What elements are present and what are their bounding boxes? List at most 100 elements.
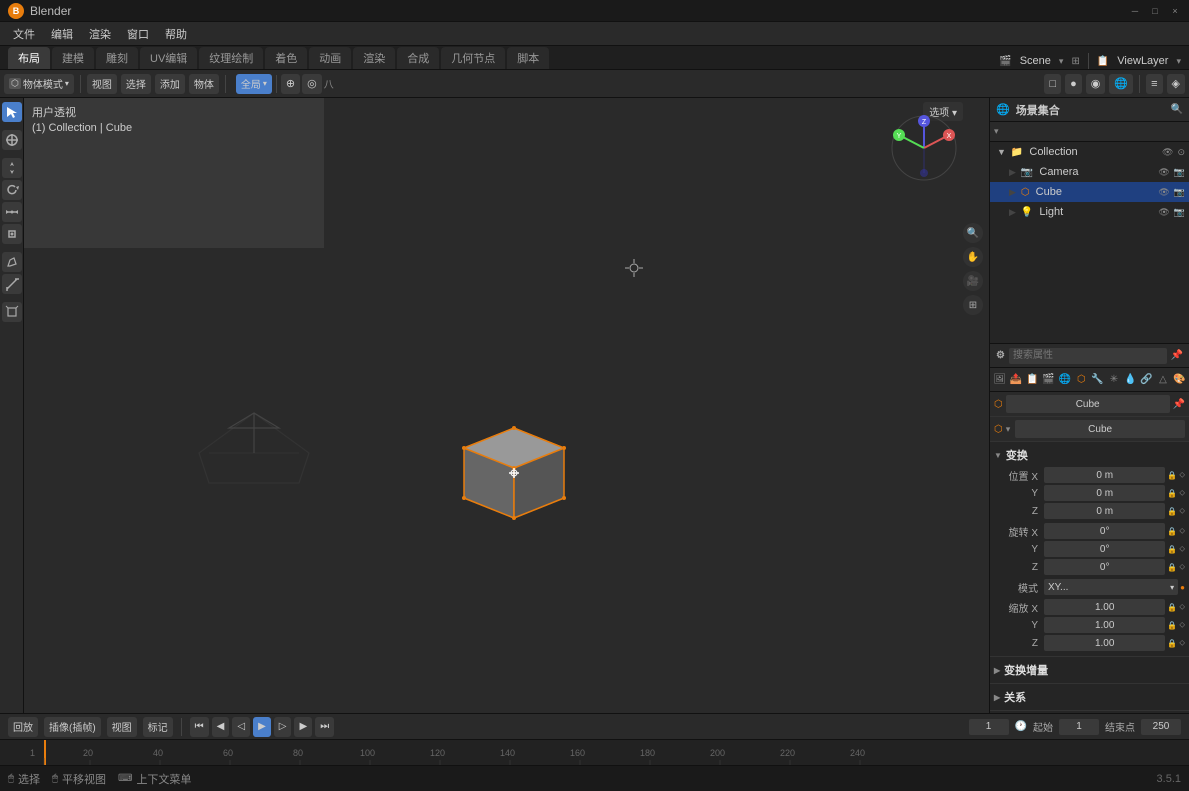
shading-material[interactable]: ◉ [1086, 74, 1106, 94]
location-y-lock[interactable]: 🔒 [1167, 489, 1177, 498]
cube-mesh[interactable] [454, 418, 574, 548]
menu-window[interactable]: 窗口 [120, 24, 156, 44]
object-menu[interactable]: 物体 [189, 74, 219, 94]
scale-x-key[interactable]: ⬦ [1179, 602, 1185, 612]
outliner-item-collection[interactable]: ▼ 📁 Collection 👁 ⊙ [990, 142, 1189, 162]
tab-layout[interactable]: 布局 [8, 47, 50, 69]
snap-btn[interactable]: ⊕ [281, 74, 300, 94]
rotation-x-key[interactable]: ⬦ [1179, 526, 1185, 536]
camera-visible-icon[interactable]: 👁 [1158, 167, 1169, 178]
select-tool[interactable] [2, 102, 22, 122]
menu-help[interactable]: 帮助 [158, 24, 194, 44]
maximize-button[interactable]: □ [1149, 5, 1161, 17]
mode-dropdown[interactable]: XY... ▾ [1044, 579, 1178, 595]
light-visible-icon[interactable]: 👁 [1158, 207, 1169, 218]
timeline-view-btn[interactable]: 视图 [107, 717, 137, 737]
rotation-z-key[interactable]: ⬦ [1179, 562, 1185, 572]
scale-y-lock[interactable]: 🔒 [1167, 621, 1177, 630]
scale-x-lock[interactable]: 🔒 [1167, 603, 1177, 612]
mode-selector[interactable]: ⬡ 物体模式 ▾ [4, 74, 74, 94]
transform-header[interactable]: ▼ 变换 [994, 446, 1185, 464]
view-menu[interactable]: 视图 [87, 74, 117, 94]
filter-icon[interactable]: ▾ [994, 126, 999, 137]
prop-tab-view-layer[interactable]: 📋 [1025, 370, 1040, 390]
location-y-key[interactable]: ⬦ [1179, 488, 1185, 498]
tab-rendering[interactable]: 渲染 [353, 47, 395, 69]
timeline-ruler[interactable]: 1 20 40 60 80 100 120 140 160 180 200 22… [0, 739, 1189, 765]
interpolation-btn[interactable]: 插像(插帧) [44, 717, 101, 737]
scale-z-field[interactable]: 1.00 [1044, 635, 1165, 651]
prev-frame-btn[interactable]: ◁ [232, 717, 250, 737]
scale-y-field[interactable]: 1.00 [1044, 617, 1165, 633]
transform-tool[interactable] [2, 224, 22, 244]
local-view-btn[interactable]: ⊞ [963, 295, 983, 315]
active-object-name[interactable]: Cube [1006, 395, 1170, 413]
shading-solid[interactable]: ● [1065, 74, 1082, 94]
add-cube-tool[interactable] [2, 302, 22, 322]
prev-keyframe-btn[interactable]: ◀ [212, 717, 230, 737]
relations-header[interactable]: ▶ 关系 [994, 688, 1185, 706]
scale-y-key[interactable]: ⬦ [1179, 620, 1185, 630]
jump-end-btn[interactable]: ⏭ [315, 717, 334, 737]
mode-dot[interactable]: ● [1180, 583, 1185, 592]
rotation-y-lock[interactable]: 🔒 [1167, 545, 1177, 554]
global-dropdown[interactable]: 全局 ▾ [236, 74, 272, 94]
camera-view-btn[interactable]: 🎥 [963, 271, 983, 291]
prop-tab-render[interactable]: 🖼 [992, 370, 1007, 390]
light-render-icon[interactable]: 📷 [1174, 207, 1185, 218]
collection-restrict-icon[interactable]: ⊙ [1177, 147, 1185, 158]
location-z-field[interactable]: 0 m [1044, 503, 1165, 519]
jump-start-btn[interactable]: ⏮ [190, 717, 209, 737]
active-data-name[interactable]: Cube [1015, 420, 1185, 438]
tab-modeling[interactable]: 建模 [52, 47, 94, 69]
tab-scripting[interactable]: 脚本 [507, 47, 549, 69]
rotation-x-lock[interactable]: 🔒 [1167, 527, 1177, 536]
rotation-z-field[interactable]: 0° [1044, 559, 1165, 575]
location-z-key[interactable]: ⬦ [1179, 506, 1185, 516]
navigation-gizmo[interactable]: Z X Y [889, 113, 959, 183]
next-keyframe-btn[interactable]: ▶ [294, 717, 312, 737]
delta-transform-header[interactable]: ▶ 变换增量 [994, 661, 1185, 679]
pin-icon[interactable]: 📌 [1171, 350, 1183, 361]
annotate-tool[interactable] [2, 252, 22, 272]
location-y-field[interactable]: 0 m [1044, 485, 1165, 501]
tab-sculpt[interactable]: 雕刻 [96, 47, 138, 69]
tab-animation[interactable]: 动画 [309, 47, 351, 69]
outliner-filter-icon[interactable]: 🔍 [1171, 104, 1183, 115]
scale-z-key[interactable]: ⬦ [1179, 638, 1185, 648]
minimize-button[interactable]: ─ [1129, 5, 1141, 17]
shading-wire[interactable]: □ [1044, 74, 1061, 94]
location-x-field[interactable]: 0 m [1044, 467, 1165, 483]
tab-geometry-nodes[interactable]: 几何节点 [441, 47, 505, 69]
measure-tool[interactable] [2, 274, 22, 294]
location-x-lock[interactable]: 🔒 [1167, 471, 1177, 480]
next-frame-btn[interactable]: ▷ [274, 717, 292, 737]
prop-tab-material[interactable]: 🎨 [1172, 370, 1187, 390]
cube-render-icon[interactable]: 📷 [1174, 187, 1185, 198]
cube-visible-icon[interactable]: 👁 [1158, 187, 1169, 198]
pin-object-icon[interactable]: 📌 [1173, 399, 1185, 410]
prop-tab-modifier[interactable]: 🔧 [1090, 370, 1105, 390]
prop-tab-constraints[interactable]: 🔗 [1139, 370, 1154, 390]
zoom-in-btn[interactable]: 🔍 [963, 223, 983, 243]
prop-tab-output[interactable]: 📤 [1008, 370, 1023, 390]
outliner-item-light[interactable]: ▶ 💡 Light 👁 📷 [990, 202, 1189, 222]
rotation-x-field[interactable]: 0° [1044, 523, 1165, 539]
menu-render[interactable]: 渲染 [82, 24, 118, 44]
menu-file[interactable]: 文件 [6, 24, 42, 44]
scale-x-field[interactable]: 1.00 [1044, 599, 1165, 615]
prop-tab-world[interactable]: 🌐 [1057, 370, 1072, 390]
tab-shading[interactable]: 着色 [265, 47, 307, 69]
prop-tab-object[interactable]: ⬡ [1074, 370, 1089, 390]
prop-tab-physics[interactable]: 💧 [1123, 370, 1138, 390]
location-z-lock[interactable]: 🔒 [1167, 507, 1177, 516]
copy-icon[interactable]: ⊞ [1071, 56, 1079, 67]
tab-texture-paint[interactable]: 纹理绘制 [199, 47, 263, 69]
viewport[interactable]: 用户透视 (1) Collection | Cube 选项 ▾ Z X Y [24, 98, 989, 713]
active-data-dropdown[interactable]: ▾ [1006, 424, 1011, 435]
close-button[interactable]: × [1169, 5, 1181, 17]
xray-btn[interactable]: ◈ [1167, 74, 1185, 94]
properties-search[interactable] [1009, 348, 1167, 364]
prop-tab-scene[interactable]: 🎬 [1041, 370, 1056, 390]
tab-compositing[interactable]: 合成 [397, 47, 439, 69]
